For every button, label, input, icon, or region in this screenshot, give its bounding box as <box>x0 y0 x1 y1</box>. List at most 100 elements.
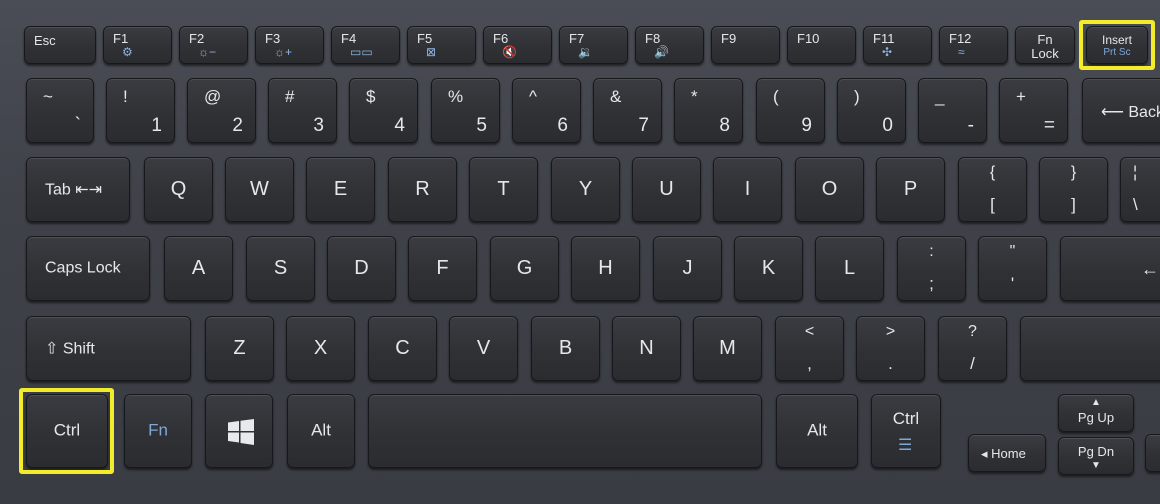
key-c[interactable]: C <box>368 316 437 381</box>
key-label: > <box>885 323 896 340</box>
key-capslock[interactable]: Caps Lock <box>26 236 150 301</box>
key-h[interactable]: H <box>571 236 640 301</box>
key-f8[interactable]: F8 🔊 <box>635 26 704 64</box>
key-label: = <box>1043 115 1055 136</box>
key-label: I <box>744 177 751 200</box>
key-1[interactable]: ! 1 <box>106 78 175 143</box>
key-tilde[interactable]: ~ ` <box>26 78 94 143</box>
key-label: W <box>250 177 269 200</box>
key-fn-lock[interactable]: Fn Lock <box>1015 26 1075 64</box>
key-label: [ <box>990 195 995 214</box>
key-label: F <box>436 256 449 279</box>
key-d[interactable]: D <box>327 236 396 301</box>
brightness-down-icon: ☼− <box>198 45 217 59</box>
key-semicolon[interactable]: : ; <box>897 236 966 301</box>
key-e[interactable]: E <box>306 157 375 222</box>
key-label: A <box>191 256 206 279</box>
key-m[interactable]: M <box>693 316 762 381</box>
key-label: H <box>598 256 613 279</box>
key-esc[interactable]: Esc <box>24 26 96 64</box>
key-label: & <box>610 87 622 106</box>
key-j[interactable]: J <box>653 236 722 301</box>
key-9[interactable]: ( 9 <box>756 78 825 143</box>
key-alt-left[interactable]: Alt <box>287 394 355 468</box>
key-label: ' <box>1010 274 1015 293</box>
key-r[interactable]: R <box>388 157 457 222</box>
key-f7[interactable]: F7 🔉 <box>559 26 628 64</box>
key-g[interactable]: G <box>490 236 559 301</box>
key-k[interactable]: K <box>734 236 803 301</box>
key-arrow-right[interactable] <box>1145 434 1160 472</box>
key-pgup[interactable]: ▲ Pg Up <box>1058 394 1134 432</box>
key-f2[interactable]: F2 ☼− <box>179 26 248 64</box>
key-8[interactable]: * 8 <box>674 78 743 143</box>
key-alt-right[interactable]: Alt <box>776 394 858 468</box>
key-f12[interactable]: F12 ≈ <box>939 26 1008 64</box>
key-insert[interactable]: Insert Prt Sc <box>1086 26 1148 64</box>
key-f4[interactable]: F4 ▭▭ <box>331 26 400 64</box>
key-4[interactable]: $ 4 <box>349 78 418 143</box>
key-label: T <box>497 177 510 200</box>
key-ctrl-left[interactable]: Ctrl <box>26 394 108 468</box>
key-f10[interactable]: F10 <box>787 26 856 64</box>
key-f6[interactable]: F6 🔇 <box>483 26 552 64</box>
key-f9[interactable]: F9 <box>711 26 780 64</box>
key-0[interactable]: ) 0 <box>837 78 906 143</box>
key-space[interactable] <box>368 394 762 468</box>
key-tab[interactable]: Tab ⇤⇥ <box>26 157 130 222</box>
key-i[interactable]: I <box>713 157 782 222</box>
key-7[interactable]: & 7 <box>593 78 662 143</box>
key-enter[interactable]: ← <box>1060 236 1160 301</box>
key-z[interactable]: Z <box>205 316 274 381</box>
key-fn[interactable]: Fn <box>124 394 192 468</box>
key-right-bracket[interactable]: } ] <box>1039 157 1108 222</box>
key-windows[interactable] <box>205 394 273 468</box>
key-3[interactable]: # 3 <box>268 78 337 143</box>
key-shift-right[interactable] <box>1020 316 1160 381</box>
key-left-bracket[interactable]: { [ <box>958 157 1027 222</box>
key-label: F10 <box>797 31 820 46</box>
key-p[interactable]: P <box>876 157 945 222</box>
key-label: ^ <box>529 87 537 106</box>
key-w[interactable]: W <box>225 157 294 222</box>
key-y[interactable]: Y <box>551 157 620 222</box>
key-comma[interactable]: < , <box>775 316 844 381</box>
key-f1[interactable]: F1 ⚙ <box>103 26 172 64</box>
key-b[interactable]: B <box>531 316 600 381</box>
key-label: Fn <box>148 420 168 440</box>
key-u[interactable]: U <box>632 157 701 222</box>
key-q[interactable]: Q <box>144 157 213 222</box>
key-x[interactable]: X <box>286 316 355 381</box>
key-f11[interactable]: F11 ✣ <box>863 26 932 64</box>
key-label: # <box>285 87 295 106</box>
key-t[interactable]: T <box>469 157 538 222</box>
key-6[interactable]: ^ 6 <box>512 78 581 143</box>
key-equals[interactable]: + = <box>999 78 1068 143</box>
key-home[interactable]: ◂ Home <box>968 434 1046 472</box>
arrow-up-icon: ▲ <box>1091 397 1101 408</box>
key-l[interactable]: L <box>815 236 884 301</box>
key-shift-left[interactable]: ⇧ Shift <box>26 316 191 381</box>
key-ctrl-right[interactable]: Ctrl ☰ <box>871 394 941 468</box>
key-slash[interactable]: ? / <box>938 316 1007 381</box>
key-minus[interactable]: _ - <box>918 78 987 143</box>
key-label: % <box>448 87 464 106</box>
key-o[interactable]: O <box>795 157 864 222</box>
key-period[interactable]: > . <box>856 316 925 381</box>
key-pgdn[interactable]: Pg Dn ▼ <box>1058 437 1134 475</box>
key-v[interactable]: V <box>449 316 518 381</box>
key-quote[interactable]: " ' <box>978 236 1047 301</box>
key-s[interactable]: S <box>246 236 315 301</box>
key-2[interactable]: @ 2 <box>187 78 256 143</box>
key-backslash[interactable]: ¦ \ <box>1120 157 1160 222</box>
key-f3[interactable]: F3 ☼+ <box>255 26 324 64</box>
key-backspace[interactable]: ⟵ Back <box>1082 78 1160 143</box>
key-5[interactable]: % 5 <box>431 78 500 143</box>
key-label: / <box>970 354 975 373</box>
key-n[interactable]: N <box>612 316 681 381</box>
key-a[interactable]: A <box>164 236 233 301</box>
key-f5[interactable]: F5 ⊠ <box>407 26 476 64</box>
key-label: _ <box>935 87 945 106</box>
key-label: B <box>558 336 573 359</box>
key-f[interactable]: F <box>408 236 477 301</box>
